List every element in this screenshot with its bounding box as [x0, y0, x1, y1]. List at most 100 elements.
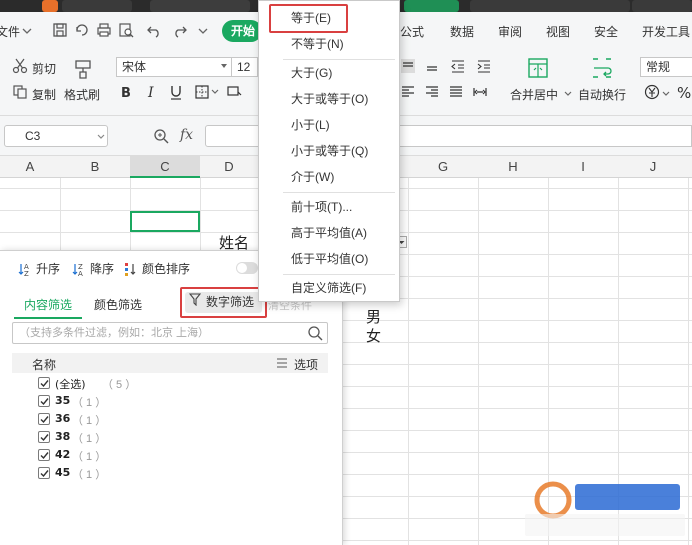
font-size-select[interactable]: 12	[232, 57, 258, 77]
column-header-j[interactable]: J	[618, 156, 688, 178]
wrap-text-button[interactable]: 自动换行	[578, 86, 626, 103]
cut-button[interactable]: 剪切	[32, 60, 56, 77]
cell-male[interactable]: 男	[366, 306, 381, 327]
underline-icon[interactable]	[168, 84, 184, 100]
column-header-i[interactable]: I	[548, 156, 618, 178]
save-icon[interactable]	[52, 22, 68, 38]
checkbox-checked[interactable]	[38, 395, 50, 407]
sort-descending-label: 降序	[90, 262, 115, 276]
chevron-down-icon[interactable]	[22, 26, 32, 36]
scissors-icon[interactable]	[12, 58, 28, 74]
distribute-icon[interactable]	[472, 84, 488, 100]
bold-icon[interactable]: B	[118, 84, 134, 100]
cell-female[interactable]: 女	[366, 325, 381, 346]
format-painter-icon[interactable]	[72, 58, 94, 80]
menu-item-greater-or-equal[interactable]: 大于或等于(O)	[260, 87, 398, 111]
align-top-left-icon[interactable]	[400, 58, 416, 74]
checkbox-checked[interactable]	[38, 431, 50, 443]
menu-divider	[283, 192, 395, 193]
copy-button[interactable]: 复制	[32, 86, 56, 103]
menu-item-below-average[interactable]: 低于平均值(O)	[260, 247, 398, 271]
percent-icon[interactable]: %	[676, 84, 692, 100]
undo-icon[interactable]	[146, 22, 162, 38]
chevron-down-icon[interactable]	[211, 88, 219, 96]
tab-view[interactable]: 视图	[546, 23, 570, 40]
tab-data[interactable]: 数据	[450, 23, 474, 40]
tab-security[interactable]: 安全	[594, 23, 618, 40]
document-tab-active[interactable]	[404, 0, 459, 12]
column-header-h[interactable]: H	[478, 156, 548, 178]
number-format-select[interactable]: 常规	[640, 57, 692, 77]
align-right-icon[interactable]	[424, 84, 440, 100]
list-options-button[interactable]: 选项	[294, 356, 318, 373]
tab-review[interactable]: 审阅	[498, 23, 522, 40]
menu-item-less-than[interactable]: 小于(L)	[260, 113, 398, 137]
font-name-select[interactable]: 宋体	[116, 57, 232, 77]
menu-item-top-ten[interactable]: 前十项(T)...	[260, 195, 398, 219]
column-header-c[interactable]: C	[130, 156, 200, 178]
document-tab-3[interactable]	[470, 0, 630, 12]
menu-item-between[interactable]: 介于(W)	[260, 165, 398, 189]
document-tab-2[interactable]	[150, 0, 250, 12]
checkbox-checked[interactable]	[38, 467, 50, 479]
format-painter-button[interactable]: 格式刷	[64, 86, 100, 103]
tab-developer[interactable]: 开发工具	[642, 23, 690, 40]
selected-cell-c3[interactable]	[130, 211, 200, 232]
menu-item-not-equals[interactable]: 不等于(N)	[260, 32, 398, 56]
redo-icon[interactable]	[172, 22, 188, 38]
column-header-a[interactable]: A	[0, 156, 60, 178]
tab-content-filter[interactable]: 内容筛选	[24, 296, 72, 313]
column-header-b[interactable]: B	[60, 156, 130, 178]
copy-icon[interactable]	[12, 84, 28, 100]
filter-item-label: (全选)	[55, 378, 86, 391]
document-tab-1[interactable]	[62, 0, 132, 12]
merge-center-button[interactable]: 合并居中	[510, 86, 558, 103]
menu-item-above-average[interactable]: 高于平均值(A)	[260, 221, 398, 245]
column-header-g[interactable]: G	[408, 156, 478, 178]
column-header-d[interactable]: D	[200, 156, 258, 178]
search-icon[interactable]	[307, 325, 323, 341]
fx-label[interactable]: fx	[180, 127, 193, 143]
fill-color-icon[interactable]	[226, 84, 242, 100]
italic-icon[interactable]: I	[144, 84, 160, 100]
checkbox-checked[interactable]	[38, 377, 50, 389]
toggle-knob	[237, 263, 247, 273]
export-icon[interactable]	[74, 22, 90, 38]
merge-center-icon[interactable]	[526, 56, 550, 80]
options-icon[interactable]	[276, 358, 288, 368]
active-tab-underline	[14, 317, 82, 319]
document-tab-4[interactable]	[632, 0, 692, 12]
align-middle-icon[interactable]	[424, 58, 440, 74]
menu-item-less-or-equal[interactable]: 小于或等于(Q)	[260, 139, 398, 163]
toggle-switch[interactable]	[236, 262, 258, 274]
menu-item-greater-than[interactable]: 大于(G)	[260, 61, 398, 85]
number-filter-button[interactable]: 数字筛选	[180, 287, 267, 318]
tab-start[interactable]: 开始	[222, 20, 262, 42]
zoom-search-icon[interactable]	[153, 128, 169, 144]
name-box[interactable]: C3	[4, 125, 108, 147]
checkbox-checked[interactable]	[38, 449, 50, 461]
checkbox-checked[interactable]	[38, 413, 50, 425]
chevron-down-icon[interactable]	[662, 90, 670, 98]
justify-icon[interactable]	[448, 84, 464, 100]
sort-by-color-label: 颜色排序	[142, 262, 191, 276]
value-list-header: 名称 选项	[12, 353, 328, 373]
menu-file[interactable]: 文件	[0, 23, 20, 40]
decrease-indent-icon[interactable]	[450, 58, 466, 74]
customize-chevron-icon[interactable]	[198, 26, 208, 36]
currency-icon[interactable]	[644, 84, 660, 100]
align-left-icon[interactable]	[400, 84, 416, 100]
print-icon[interactable]	[96, 22, 112, 38]
list-header-name: 名称	[32, 358, 57, 372]
filter-search-input[interactable]	[13, 323, 303, 343]
chevron-down-icon[interactable]	[564, 90, 572, 98]
print-preview-icon[interactable]	[118, 22, 134, 38]
tab-color-filter[interactable]: 颜色筛选	[94, 296, 142, 313]
menu-item-custom-filter[interactable]: 自定义筛选(F)	[260, 276, 398, 300]
app-logo-tab[interactable]	[42, 0, 58, 12]
border-icon[interactable]	[194, 84, 210, 100]
tab-formulas[interactable]: 公式	[400, 23, 424, 40]
wrap-text-icon[interactable]	[590, 56, 614, 80]
filter-search-box[interactable]	[12, 322, 328, 344]
increase-indent-icon[interactable]	[476, 58, 492, 74]
